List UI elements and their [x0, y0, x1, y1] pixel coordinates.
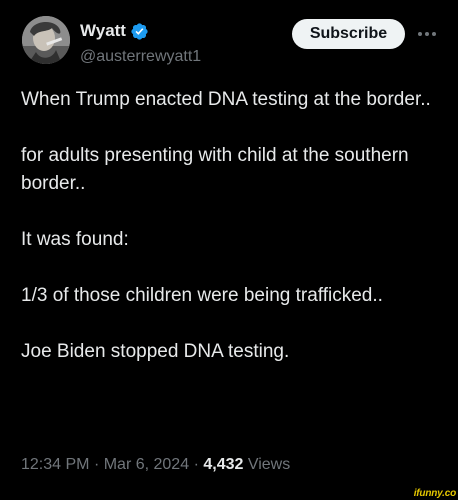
avatar[interactable] [22, 16, 70, 64]
tweet: Wyatt @austerrewyatt1 Subscribe When Tru… [0, 0, 458, 500]
ifunny-watermark: ifunny.co [413, 488, 456, 499]
avatar-photo-icon [22, 16, 70, 64]
display-name[interactable]: Wyatt [80, 21, 126, 41]
meta-separator: · [93, 456, 100, 473]
views-label: Views [247, 456, 291, 473]
tweet-paragraph: Joe Biden stopped DNA testing. [21, 341, 290, 362]
name-row: Wyatt [80, 20, 201, 42]
more-dots-icon[interactable] [414, 22, 440, 46]
tweet-meta: 12:34 PM · Mar 6, 2024 · 4,432 Views [21, 456, 290, 474]
tweet-header: Wyatt @austerrewyatt1 Subscribe [22, 16, 442, 72]
post-time[interactable]: 12:34 PM [21, 456, 89, 473]
subscribe-button[interactable]: Subscribe [292, 19, 405, 49]
tweet-paragraph: 1/3 of those children were being traffic… [21, 285, 383, 306]
tweet-paragraph: for adults presenting with child at the … [21, 145, 409, 194]
tweet-paragraph: It was found: [21, 229, 129, 250]
views-count: 4,432 [203, 456, 244, 473]
tweet-text: When Trump enacted DNA testing at the bo… [21, 86, 441, 366]
tweet-paragraph: When Trump enacted DNA testing at the bo… [21, 89, 431, 110]
handle[interactable]: @austerrewyatt1 [80, 48, 201, 66]
author-info: Wyatt @austerrewyatt1 [80, 20, 201, 66]
verified-badge-icon [130, 22, 149, 41]
meta-separator: · [193, 456, 199, 473]
post-date[interactable]: Mar 6, 2024 [104, 456, 189, 473]
